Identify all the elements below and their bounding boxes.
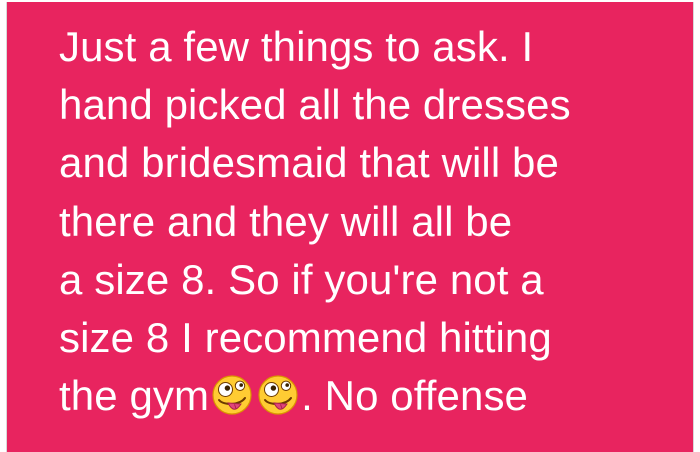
- message-line-6: size 8 I recommend hitting: [59, 314, 552, 362]
- message-bubble: Just a few things to ask. I hand picked …: [6, 2, 694, 452]
- zany-face-icon: [258, 375, 298, 415]
- message-line-1: Just a few things to ask. I: [59, 23, 534, 70]
- message-line-7-suffix: . No offense: [301, 372, 529, 420]
- message-line-4: there and they will all be: [59, 197, 513, 245]
- zany-face-icon: [212, 375, 252, 415]
- message-line-2: hand picked all the dresses: [59, 81, 571, 129]
- message-line-7: the gym . No offense: [59, 367, 679, 425]
- message-line-7-prefix: the gym: [59, 372, 210, 420]
- screenshot-frame: Just a few things to ask. I hand picked …: [0, 0, 700, 452]
- message-line-5: a size 8. So if you're not a: [59, 255, 544, 303]
- message-text: Just a few things to ask. I hand picked …: [59, 18, 679, 425]
- message-line-3: and bridesmaid that will be: [59, 139, 559, 187]
